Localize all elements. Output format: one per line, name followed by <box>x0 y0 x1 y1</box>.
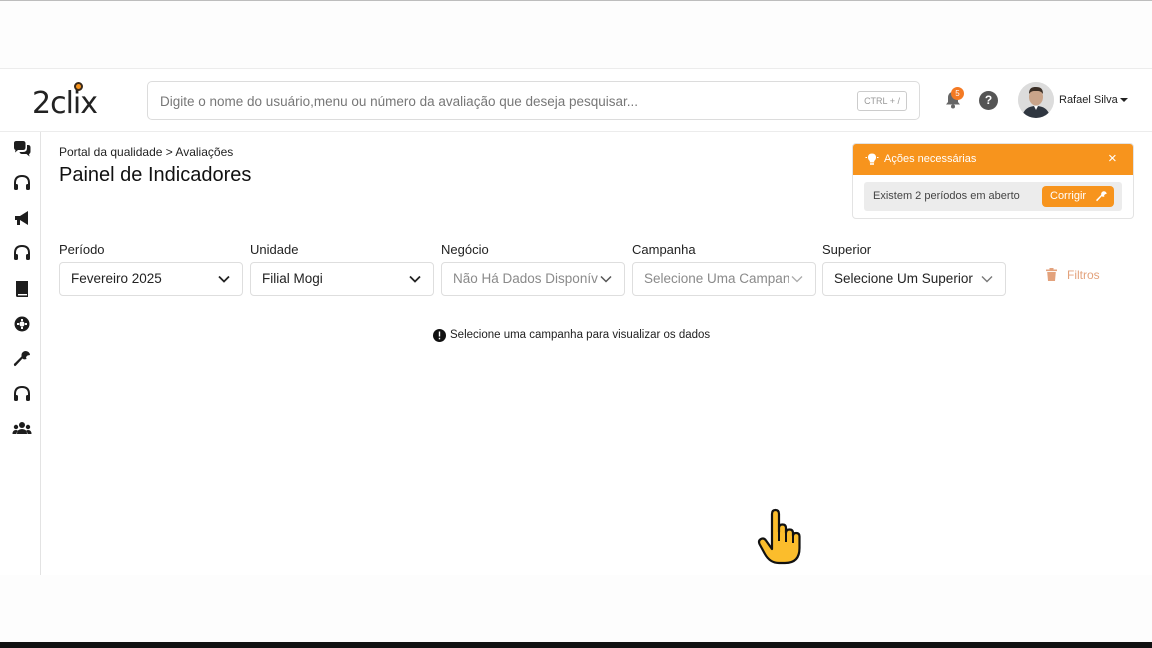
top-margin <box>0 0 1152 69</box>
unidade-label: Unidade <box>250 242 299 257</box>
close-icon[interactable]: × <box>1108 150 1117 167</box>
superior-value: Selecione Um Superior <box>834 271 973 286</box>
actions-needed-panel: Ações necessárias × Existem 2 períodos e… <box>852 143 1134 219</box>
unidade-select[interactable]: Filial Mogi <box>250 262 434 296</box>
user-menu-caret-icon[interactable] <box>1120 98 1128 102</box>
breadcrumb[interactable]: Portal da qualidade > Avaliações <box>59 145 233 159</box>
search-shortcut-hint: CTRL + / <box>857 91 907 111</box>
trash-icon <box>1046 268 1057 281</box>
info-icon <box>433 329 446 342</box>
wrench-icon[interactable] <box>12 349 32 369</box>
fix-button[interactable]: Corrigir <box>1042 186 1114 207</box>
headset-icon[interactable] <box>12 173 32 193</box>
logo-dot <box>74 82 83 91</box>
campanha-label: Campanha <box>632 242 696 257</box>
sidebar <box>0 132 41 575</box>
alert-body: Existem 2 períodos em aberto Corrigir <box>864 182 1122 211</box>
notification-badge: 5 <box>951 87 964 100</box>
bottom-border <box>0 642 1152 648</box>
superior-label: Superior <box>822 242 872 257</box>
brand-logo[interactable]: 2clix <box>32 82 104 121</box>
fix-button-label: Corrigir <box>1050 190 1087 202</box>
headset-icon[interactable] <box>12 384 32 404</box>
clear-filters-label: Filtros <box>1067 268 1100 282</box>
megaphone-icon[interactable] <box>12 208 32 228</box>
chevron-down-icon <box>600 275 612 283</box>
alert-message: Existem 2 períodos em aberto <box>873 190 1020 202</box>
global-search: CTRL + / <box>147 81 920 120</box>
chat-icon[interactable] <box>12 139 32 159</box>
chevron-down-icon <box>981 276 993 283</box>
help-icon[interactable]: ? <box>979 91 998 110</box>
chevron-down-icon <box>409 275 421 283</box>
logo-text: 2clix <box>32 86 98 121</box>
superior-select[interactable]: Selecione Um Superior <box>822 262 1006 296</box>
users-icon[interactable] <box>12 419 32 439</box>
book-icon[interactable] <box>12 279 32 299</box>
alert-title: Ações necessárias <box>884 153 977 165</box>
avatar[interactable] <box>1018 82 1054 118</box>
campanha-select[interactable]: Selecione Uma Campanha <box>632 262 816 296</box>
search-input[interactable] <box>160 91 840 111</box>
empty-state-message: Selecione uma campanha para visualizar o… <box>450 329 711 341</box>
headset-icon[interactable] <box>12 243 32 263</box>
brain-gear-icon[interactable] <box>12 314 32 334</box>
lightbulb-icon <box>865 153 879 165</box>
periodo-select[interactable]: Fevereiro 2025 <box>59 262 243 296</box>
page-title: Painel de Indicadores <box>59 164 252 186</box>
negocio-select[interactable]: Não Há Dados Disponíveis <box>441 262 625 296</box>
periodo-label: Período <box>59 242 105 257</box>
negocio-value: Não Há Dados Disponíveis <box>453 271 598 286</box>
campanha-value: Selecione Uma Campanha <box>644 271 789 286</box>
user-name[interactable]: Rafael Silva <box>1059 94 1118 106</box>
negocio-label: Negócio <box>441 242 489 257</box>
alert-header: Ações necessárias × <box>853 144 1133 175</box>
unidade-value: Filial Mogi <box>262 271 323 286</box>
chevron-down-icon <box>791 276 803 283</box>
hand-pointer-icon <box>757 508 801 565</box>
chevron-down-icon <box>218 275 230 283</box>
bottom-margin <box>0 575 1152 642</box>
periodo-value: Fevereiro 2025 <box>71 271 162 286</box>
wrench-icon <box>1096 191 1107 202</box>
